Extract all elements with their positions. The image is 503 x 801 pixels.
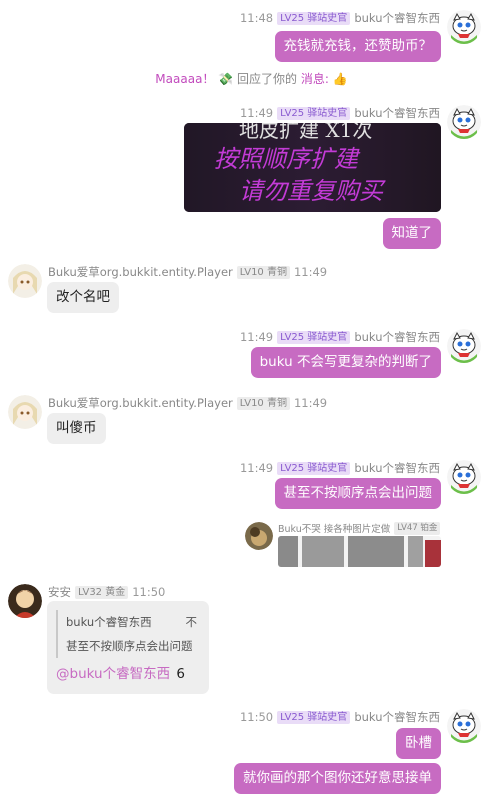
level-badge: LV25 驿站史官: [277, 106, 351, 120]
message-bubble[interactable]: 卧槽: [396, 728, 441, 759]
message-time: 11:49: [239, 330, 274, 344]
message-time: 11:49: [293, 396, 328, 410]
reaction-notice: Maaaaa！ 💸 回应了你的 消息: 👍: [155, 72, 348, 86]
message-bubble[interactable]: buku 不会写更复杂的判断了: [250, 347, 441, 378]
message-meta: 安安 LV32 黄金 11:50: [48, 584, 165, 600]
level-badge: LV10 青铜: [236, 265, 290, 279]
message-meta: 11:49 LV25 驿站史官 buku个睿智东西: [240, 105, 440, 121]
image-text-line: 按照顺序扩建: [214, 145, 358, 173]
message-bubble[interactable]: 就你画的那个图你还好意思接单: [234, 763, 441, 794]
message-meta: Buku不哭 接各种图片定做 LV47 铂金: [278, 521, 441, 535]
money-emoji-icon: 💸: [218, 72, 234, 86]
reaction-sender[interactable]: Maaaaa！: [155, 72, 214, 86]
message-meta: Buku爱草org.bukkit.entity.Player LV10 青铜 1…: [48, 395, 327, 411]
message-bubble[interactable]: 甚至不按顺序点会出问题: [274, 478, 441, 509]
sender-name[interactable]: buku个睿智东西: [354, 105, 440, 121]
thumbs-up-icon: 👍: [332, 72, 348, 86]
quoted-sender: buku个睿智东西: [66, 615, 152, 629]
message-meta: 11:49 LV25 驿站史官 buku个睿智东西: [240, 329, 440, 345]
mention-link[interactable]: @buku个睿智东西: [56, 666, 170, 682]
sender-name[interactable]: Buku爱草org.bukkit.entity.Player: [48, 395, 233, 411]
avatar[interactable]: [447, 709, 481, 743]
message-bubble[interactable]: buku个睿智东西 不 甚至不按顺序点会出问题 @buku个睿智东西 6: [47, 601, 209, 694]
avatar[interactable]: [245, 522, 273, 550]
sender-name[interactable]: buku个睿智东西: [354, 709, 440, 725]
message-time: 11:49: [239, 106, 274, 120]
sender-name[interactable]: Buku爱草org.bukkit.entity.Player: [48, 264, 233, 280]
sender-name[interactable]: buku个睿智东西: [354, 460, 440, 476]
message-bubble[interactable]: 叫傻币: [47, 413, 106, 444]
image-message[interactable]: [278, 536, 441, 567]
message-meta: 11:50 LV25 驿站史官 buku个睿智东西: [240, 709, 440, 725]
avatar[interactable]: [8, 584, 42, 618]
sender-name[interactable]: buku个睿智东西: [354, 10, 440, 26]
message-bubble[interactable]: 改个名吧: [47, 282, 119, 313]
quoted-extra: 不: [185, 615, 198, 629]
message-time: 11:50: [239, 710, 274, 724]
sender-name[interactable]: Buku不哭 接各种图片定做: [278, 521, 390, 535]
image-text-line: 请勿重复购买: [239, 177, 383, 205]
reaction-message-link[interactable]: 消息:: [301, 72, 329, 86]
level-badge: LV25 驿站史官: [277, 11, 351, 25]
avatar[interactable]: [447, 10, 481, 44]
level-badge: LV47 铂金: [394, 521, 441, 535]
level-badge: LV25 驿站史官: [277, 710, 351, 724]
image-message[interactable]: 地皮扩建 X1次 按照顺序扩建 请勿重复购买: [184, 123, 441, 212]
level-badge: LV25 驿站史官: [277, 330, 351, 344]
message-meta: Buku爱草org.bukkit.entity.Player LV10 青铜 1…: [48, 264, 327, 280]
avatar[interactable]: [447, 105, 481, 139]
message-meta: 11:48 LV25 驿站史官 buku个睿智东西: [240, 10, 440, 26]
level-badge: LV32 黄金: [75, 585, 129, 599]
message-text: 6: [176, 666, 185, 682]
message-time: 11:48: [239, 11, 274, 25]
message-time: 11:49: [293, 265, 328, 279]
message-time: 11:50: [132, 585, 166, 599]
level-badge: LV25 驿站史官: [277, 461, 351, 475]
avatar[interactable]: [8, 264, 42, 298]
message-bubble[interactable]: 知道了: [382, 218, 441, 249]
message-time: 11:49: [239, 461, 274, 475]
level-badge: LV10 青铜: [236, 396, 290, 410]
avatar[interactable]: [447, 329, 481, 363]
sender-name[interactable]: 安安: [48, 584, 71, 600]
sender-name[interactable]: buku个睿智东西: [354, 329, 440, 345]
message-bubble[interactable]: 充钱就充钱，还赞助币？: [274, 31, 441, 62]
quoted-message[interactable]: buku个睿智东西 不 甚至不按顺序点会出问题: [56, 610, 199, 658]
avatar[interactable]: [447, 460, 481, 494]
message-meta: 11:49 LV25 驿站史官 buku个睿智东西: [240, 460, 440, 476]
quoted-text: 甚至不按顺序点会出问题: [66, 639, 193, 653]
avatar[interactable]: [8, 395, 42, 429]
